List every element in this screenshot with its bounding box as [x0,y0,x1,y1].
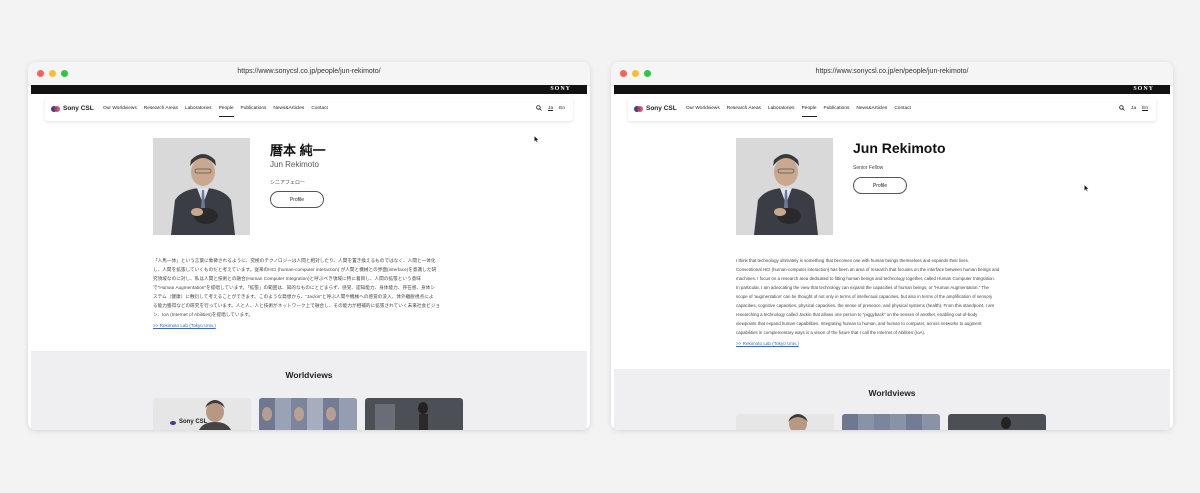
page: SONY Sony CSL Our Worldviews Research Ar… [31,85,587,430]
logo-text: Sony CSL [646,105,677,112]
bio-line: viewpoints that expand human capabilitie… [736,321,982,326]
address-bar[interactable]: https://www.sonycsl.co.jp/en/people/jun-… [611,68,1173,75]
sony-brand-bar[interactable]: SONY [614,85,1170,94]
nav-publications[interactable]: Publications [824,106,850,111]
profile-photo [153,138,250,235]
titlebar: https://www.sonycsl.co.jp/en/people/jun-… [611,62,1173,86]
bio-line: capacities, cognitive capacities, physic… [736,303,995,308]
bio-line: machines. I focus on a research area ded… [736,276,995,281]
bio-line: ステム（健康）に敷衍して考えることができます。このような発想から、"Jackin… [153,294,434,299]
nav-laboratories[interactable]: Laboratories [185,106,212,111]
profile-button[interactable]: Profile [853,177,907,194]
person-name: 暦本 純一 [270,143,326,158]
sony-csl-logo[interactable]: Sony CSL [634,105,677,112]
browser-window-ja: https://www.sonycsl.co.jp/people/jun-rek… [28,62,590,430]
person-role: シニアフェロー [270,180,306,186]
bio-text: 「人馬一体」という言葉に象徴されるように、究極のテクノロジーは人間と相対したり、… [153,256,473,319]
bio-line: scope of 'augmentation' can be thought o… [736,294,993,299]
bio-text: I think that technology ultimately is so… [736,256,1066,337]
page: SONY Sony CSL Our Worldviews Research Ar… [614,85,1170,430]
nav-our-worldviews[interactable]: Our Worldviews [686,106,720,111]
sony-brand-bar[interactable]: SONY [31,85,587,94]
worldview-thumbnail[interactable] [842,414,940,430]
thumbnail-image-icon [736,414,834,430]
lang-ja-link[interactable]: Ja [548,106,553,111]
bio-line: し、人間を拡張していくものだと考えています。従来のHCI (human-comp… [153,267,437,272]
profile-button[interactable]: Profile [270,191,324,208]
thumbnail-image-icon [365,398,463,430]
worldview-thumbnail[interactable] [948,414,1046,430]
nav-news-articles[interactable]: News&Articles [273,106,304,111]
nav-contact[interactable]: Contact [894,106,911,111]
person-role: Senior Fellow [853,165,884,171]
bio-line: I think that technology ultimately is so… [736,258,970,263]
person-photo-icon [736,138,833,235]
bio-line: In particular, I am advocating the view … [736,285,989,290]
worldview-thumbnail[interactable]: Sony CSL [153,398,251,430]
browser-window-en: https://www.sonycsl.co.jp/en/people/jun-… [611,62,1173,430]
mouse-cursor-icon [534,136,540,143]
site-navbar: Sony CSL Our Worldviews Research Areas L… [628,98,1156,121]
lang-ja-link[interactable]: Ja [1131,106,1136,111]
nav-utilities: Ja En [536,105,565,111]
bio-line: ン、IoA (Internet of Abilities)を提唱しています。 [153,312,254,317]
nav-laboratories[interactable]: Laboratories [768,106,795,111]
titlebar: https://www.sonycsl.co.jp/people/jun-rek… [28,62,590,86]
logo-text: Sony CSL [63,105,94,112]
worldviews-section: Worldviews [614,369,1170,430]
sony-csl-logo-icon [634,105,643,112]
bio-line: で"Human Augmentation"を提唱しています。「拡張」の範囲は、知… [153,285,435,290]
sony-csl-logo[interactable]: Sony CSL [51,105,94,112]
thumbnail-image-icon [948,414,1046,430]
thumbnail-image-icon [842,414,940,430]
thumbnail-image-icon [259,398,357,430]
worldviews-title: Worldviews [868,388,916,398]
worldviews-title: Worldviews [285,370,333,380]
site-navbar: Sony CSL Our Worldviews Research Areas L… [45,98,573,121]
main-nav: Our Worldviews Research Areas Laboratori… [103,106,328,117]
bio-line: researching a technology called Jackin t… [736,312,978,317]
profile-photo [736,138,833,235]
address-bar[interactable]: https://www.sonycsl.co.jp/people/jun-rek… [28,68,590,75]
nav-utilities: Ja En [1119,105,1148,111]
bio-line: Conventional HCI (human-computer interac… [736,267,1000,272]
worldview-thumbnail[interactable] [365,398,463,430]
bio-line: capabilities in complementary ways is a … [736,330,926,335]
worldview-thumbnail[interactable] [259,398,357,430]
person-photo-icon [153,138,250,235]
nav-publications[interactable]: Publications [241,106,267,111]
worldviews-section: Worldviews Sony CSL [31,351,587,430]
bio-line: 究領域なのに対し、私は人間と技術との融合(Human Computer Inte… [153,276,421,281]
nav-research-areas[interactable]: Research Areas [727,106,761,111]
person-name-romaji: Jun Rekimoto [270,160,319,169]
bio-line: る能力獲得などの研究を行っています。人と人、人と技術がネットワーク上で融合し、そ… [153,303,441,308]
nav-research-areas[interactable]: Research Areas [144,106,178,111]
nav-news-articles[interactable]: News&Articles [856,106,887,111]
bio-line: 「人馬一体」という言葉に象徴されるように、究極のテクノロジーは人間と相対したり、… [153,258,436,263]
main-nav: Our Worldviews Research Areas Laboratori… [686,106,911,117]
person-name: Jun Rekimoto [853,140,946,156]
nav-our-worldviews[interactable]: Our Worldviews [103,106,137,111]
rekimoto-lab-link[interactable]: >> Rekimoto Lab (Tokyo Univ.) [736,341,799,346]
nav-people[interactable]: People [218,106,234,117]
thumbnail-logo-text: Sony CSL [179,419,208,425]
worldview-thumbnail[interactable] [736,414,834,430]
lang-en-link[interactable]: En [1142,106,1148,111]
lang-en-link[interactable]: En [559,106,565,111]
search-icon[interactable] [1119,105,1125,111]
thumbnail-image-icon [153,398,251,430]
sony-csl-logo-icon [51,105,60,112]
nav-people[interactable]: People [801,106,817,117]
mouse-cursor-icon [1084,185,1090,192]
nav-contact[interactable]: Contact [311,106,328,111]
search-icon[interactable] [536,105,542,111]
rekimoto-lab-link[interactable]: >> Rekimoto Lab (Tokyo Univ.) [153,323,216,328]
